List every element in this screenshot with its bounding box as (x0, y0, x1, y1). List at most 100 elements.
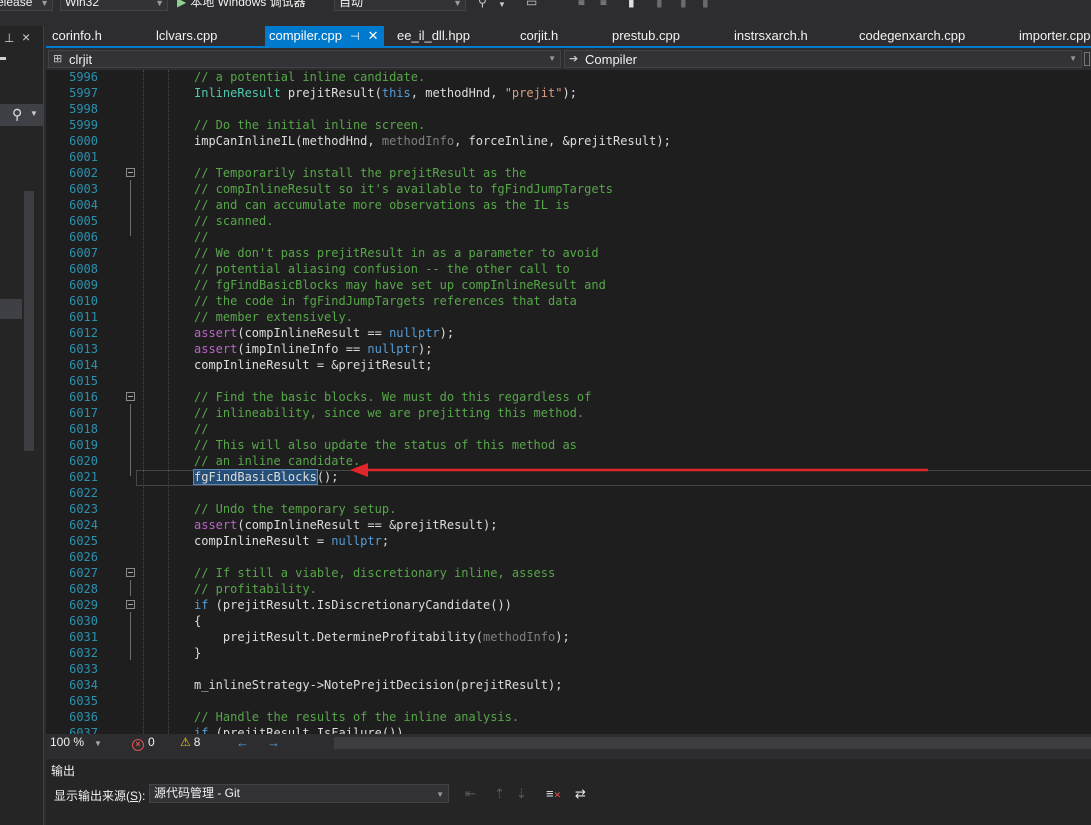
split-window-icon[interactable] (1084, 52, 1090, 66)
code-line[interactable]: 6031 prejitResult.DetermineProfitability… (46, 629, 1091, 645)
output-source-dropdown[interactable]: 源代码管理 - Git ▼ (149, 784, 449, 803)
code-line[interactable]: 6030 { (46, 613, 1091, 629)
goto-location-icon[interactable]: ⇤ (465, 786, 476, 801)
code-line[interactable]: 6028 // profitability. (46, 581, 1091, 597)
errors-indicator[interactable]: × 0 (132, 735, 155, 751)
code-line[interactable]: 6012 assert(compInlineResult == nullptr); (46, 325, 1091, 341)
align-left-icon[interactable]: ≡ (578, 0, 585, 9)
chevron-down-icon: ▼ (548, 54, 556, 63)
code-line[interactable]: 6010 // the code in fgFindJumpTargets ref… (46, 293, 1091, 309)
code-line[interactable]: 6014 compInlineResult = &prejitResult; (46, 357, 1091, 373)
code-line[interactable]: 6023 // Undo the temporary setup. (46, 501, 1091, 517)
code-line[interactable]: 6020 // an inline candidate. (46, 453, 1091, 469)
zoom-dropdown[interactable]: 100 % ▼ (50, 735, 102, 751)
code-line[interactable]: 6026 (46, 549, 1091, 565)
collapse-icon[interactable] (126, 568, 135, 577)
arrow-right-icon[interactable]: → (267, 735, 280, 750)
tab-ee-il-dll-hpp[interactable]: ee_il_dll.hpp (397, 26, 470, 46)
warnings-indicator[interactable]: ⚠ 8 (180, 735, 200, 750)
code-line[interactable]: 6015 (46, 373, 1091, 389)
code-text: // If still a viable, discretionary inli… (194, 566, 556, 580)
code-line[interactable]: 5999 // Do the initial inline screen. (46, 117, 1091, 133)
code-line[interactable]: 6037 if (prejitResult.IsFailure()) (46, 725, 1091, 734)
find-icon[interactable]: ⚲ (478, 0, 487, 9)
panel-search-button[interactable]: ⚲ ▼ (0, 104, 44, 126)
code-line[interactable]: 6032} (46, 645, 1091, 661)
code-line[interactable]: 6006 // (46, 229, 1091, 245)
code-line[interactable]: 6027 // If still a viable, discretionary … (46, 565, 1091, 581)
pin-icon[interactable]: ⊣ (350, 31, 360, 43)
previous-message-icon[interactable]: ⇡ (494, 786, 505, 801)
collapse-icon[interactable] (0, 57, 6, 60)
arrow-left-icon[interactable]: ← (236, 735, 249, 750)
code-line[interactable]: 6021 fgFindBasicBlocks(); (46, 469, 1091, 485)
clear-all-icon[interactable]: ≡✕ (546, 786, 561, 803)
tab-corjit-h[interactable]: corjit.h (520, 26, 558, 46)
line-number: 6006 (69, 230, 98, 244)
code-line[interactable]: 6011 // member extensively. (46, 309, 1091, 325)
scope-dropdown[interactable]: ➔ Compiler ▼ (564, 50, 1082, 68)
code-line[interactable]: 6013 assert(impInlineInfo == nullptr); (46, 341, 1091, 357)
code-line[interactable]: 5998 (46, 101, 1091, 117)
bookmark-icon[interactable]: ▮ (628, 0, 635, 9)
tab-instrsxarch-h[interactable]: instrsxarch.h (734, 26, 808, 46)
collapse-icon[interactable] (126, 392, 135, 401)
code-line[interactable]: 6001 (46, 149, 1091, 165)
configuration-dropdown[interactable]: elease ▼ (0, 0, 53, 11)
code-line[interactable]: 6016 // Find the basic blocks. We must do… (46, 389, 1091, 405)
bookmark-prev-icon[interactable]: ▮ (656, 0, 663, 9)
code-line[interactable]: 5997 InlineResult prejitResult(this, meth… (46, 85, 1091, 101)
tab-compiler-cpp[interactable]: compiler.cpp ⊣ ✕ (265, 26, 385, 46)
code-line[interactable]: 6005 // scanned. (46, 213, 1091, 229)
tab-corinfo-h[interactable]: corinfo.h (52, 26, 102, 46)
code-line[interactable]: 6036 // Handle the results of the inline … (46, 709, 1091, 725)
code-line[interactable]: 6033 (46, 661, 1091, 677)
tab-importer-cpp[interactable]: importer.cpp (1019, 26, 1091, 46)
code-line[interactable]: 6029 if (prejitResult.IsDiscretionaryCand… (46, 597, 1091, 613)
code-line[interactable]: 6002 // Temporarily install the prejitRes… (46, 165, 1091, 181)
code-line[interactable]: 6007 // We don't pass prejitResult in as … (46, 245, 1091, 261)
code-line[interactable]: 6009 // fgFindBasicBlocks may have set up… (46, 277, 1091, 293)
start-debugger-button[interactable]: ▶ 本地 Windows 调试器 (177, 0, 306, 9)
line-number: 5999 (69, 118, 98, 132)
code-line[interactable]: 6034 m_inlineStrategy->NotePrejitDecision… (46, 677, 1091, 693)
code-line[interactable]: 6000 impCanInlineIL(methodHnd, methodInfo… (46, 133, 1091, 149)
tab-lclvars-cpp[interactable]: lclvars.cpp (156, 26, 217, 46)
window-icon[interactable]: ▭ (526, 0, 537, 9)
auto-dropdown[interactable]: 自动 ▼ (334, 0, 466, 11)
tab-codegenxarch-cpp[interactable]: codegenxarch.cpp (859, 26, 965, 46)
code-line[interactable]: 6004 // and can accumulate more observati… (46, 197, 1091, 213)
panel-scrollbar[interactable] (24, 191, 34, 451)
align-right-icon[interactable]: ≡ (600, 0, 607, 9)
code-line[interactable]: 6024 assert(compInlineResult == &prejitRe… (46, 517, 1091, 533)
close-icon[interactable]: ✕ (368, 28, 379, 43)
platform-dropdown[interactable]: Win32 ▼ (60, 0, 168, 11)
code-line[interactable]: 6022 (46, 485, 1091, 501)
project-dropdown[interactable]: ⊞ clrjit ▼ (48, 50, 561, 68)
collapse-icon[interactable] (126, 168, 135, 177)
bookmark-clear-icon[interactable]: ▮ (702, 0, 709, 9)
panel-splitter[interactable] (46, 751, 1091, 759)
code-line[interactable]: 5996 // a potential inline candidate. (46, 70, 1091, 85)
code-line[interactable]: 6019 // This will also update the status … (46, 437, 1091, 453)
code-line[interactable]: 6008 // potential aliasing confusion -- t… (46, 261, 1091, 277)
chevron-down-icon[interactable]: ▼ (498, 0, 506, 12)
code-line[interactable]: 6003 // compInlineResult so it's availabl… (46, 181, 1091, 197)
line-number: 6012 (69, 326, 98, 340)
word-wrap-icon[interactable]: ⇄ (575, 786, 586, 801)
horizontal-scrollbar[interactable] (334, 737, 1091, 749)
close-icon[interactable]: × (22, 29, 30, 45)
code-line[interactable]: 6035 (46, 693, 1091, 709)
code-line[interactable]: 6025 compInlineResult = nullptr; (46, 533, 1091, 549)
code-line[interactable]: 6017 // inlineability, since we are preji… (46, 405, 1091, 421)
tab-prestub-cpp[interactable]: prestub.cpp (612, 26, 680, 46)
line-number: 6001 (69, 150, 98, 164)
code-text: // compInlineResult so it's available to… (194, 182, 614, 196)
selected-tree-item[interactable] (0, 299, 22, 319)
code-line[interactable]: 6018 // (46, 421, 1091, 437)
next-message-icon[interactable]: ⇣ (516, 786, 527, 801)
code-editor[interactable]: 5996// a potential inline candidate. 5997… (46, 70, 1091, 734)
bookmark-next-icon[interactable]: ▮ (680, 0, 687, 9)
collapse-icon[interactable] (126, 600, 135, 609)
pin-icon[interactable]: ⊥ (4, 31, 14, 45)
